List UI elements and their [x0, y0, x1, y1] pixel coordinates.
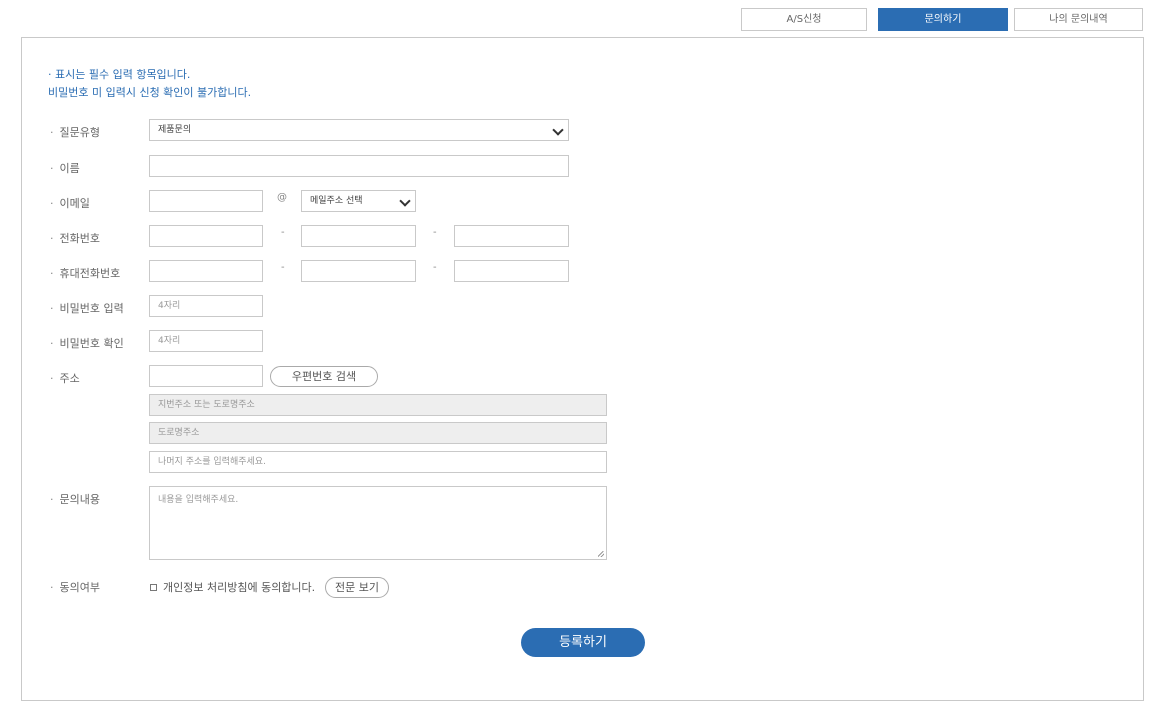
mobile-input-1[interactable] — [149, 260, 263, 282]
email-domain-select[interactable]: 메일주소 선택 — [301, 190, 416, 212]
label-text: 전화번호 — [59, 232, 100, 245]
view-full-policy-button[interactable]: 전문 보기 — [325, 577, 389, 598]
email-id-input[interactable] — [149, 190, 263, 212]
label-name: · 이름 — [50, 160, 80, 176]
question-type-value: 제품문의 — [158, 125, 192, 135]
email-at-sign: @ — [277, 192, 287, 203]
phone-input-2[interactable] — [301, 225, 416, 247]
address-line2-input: 도로명주소 — [149, 422, 607, 444]
inquiry-form-panel: · 표시는 필수 입력 항목입니다. 비밀번호 미 입력시 신청 확인이 불가합… — [21, 37, 1144, 701]
notice-line-required: · 표시는 필수 입력 항목입니다. — [48, 68, 191, 81]
label-agreement: · 동의여부 — [50, 579, 100, 595]
zipcode-search-button[interactable]: 우편번호 검색 — [270, 366, 378, 387]
mobile-input-2[interactable] — [301, 260, 416, 282]
resize-handle-icon[interactable] — [598, 551, 604, 557]
phone-input-1[interactable] — [149, 225, 263, 247]
password-confirm-placeholder: 4자리 — [158, 336, 181, 346]
label-bullet: · — [50, 126, 54, 139]
tab-my-inquiries[interactable]: 나의 문의내역 — [1014, 8, 1143, 31]
tab-as-request[interactable]: A/S신청 — [741, 8, 867, 31]
label-text: 이름 — [59, 162, 80, 175]
label-bullet: · — [50, 337, 54, 350]
chevron-down-icon — [552, 124, 564, 136]
address-line2-placeholder: 도로명주소 — [158, 428, 200, 438]
agree-label: 개인정보 처리방침에 동의합니다. — [163, 581, 316, 594]
notice-line-password: 비밀번호 미 입력시 신청 확인이 불가합니다. — [48, 86, 252, 99]
label-address: · 주소 — [50, 370, 80, 386]
label-bullet: · — [50, 267, 54, 280]
label-bullet: · — [50, 493, 54, 506]
label-bullet: · — [50, 302, 54, 315]
phone-dash-1: - — [281, 227, 285, 238]
label-password-confirm: · 비밀번호 확인 — [50, 335, 124, 351]
address-detail-input[interactable]: 나머지 주소를 입력해주세요. — [149, 451, 607, 473]
label-text: 문의내용 — [59, 493, 100, 506]
mobile-dash-1: - — [281, 262, 285, 273]
mobile-input-3[interactable] — [454, 260, 569, 282]
label-bullet: · — [50, 162, 54, 175]
label-text: 주소 — [59, 372, 80, 385]
label-bullet: · — [50, 232, 54, 245]
password-placeholder: 4자리 — [158, 301, 181, 311]
content-placeholder: 내용을 입력해주세요. — [158, 495, 239, 505]
label-text: 질문유형 — [59, 126, 100, 139]
email-domain-value: 메일주소 선택 — [310, 196, 363, 206]
address-detail-placeholder: 나머지 주소를 입력해주세요. — [158, 457, 266, 467]
tab-inquiry[interactable]: 문의하기 — [878, 8, 1008, 31]
label-text: 이메일 — [59, 197, 90, 210]
name-input[interactable] — [149, 155, 569, 177]
zipcode-input[interactable] — [149, 365, 263, 387]
label-phone: · 전화번호 — [50, 230, 100, 246]
label-password: · 비밀번호 입력 — [50, 300, 124, 316]
label-bullet: · — [50, 197, 54, 210]
label-mobile: · 휴대전화번호 — [50, 265, 120, 281]
agree-checkbox[interactable] — [150, 584, 157, 591]
address-line1-placeholder: 지번주소 또는 도로명주소 — [158, 400, 255, 410]
password-confirm-input[interactable]: 4자리 — [149, 330, 263, 352]
label-bullet: · — [50, 372, 54, 385]
mobile-dash-2: - — [433, 262, 437, 273]
label-bullet: · — [50, 581, 54, 594]
question-type-select[interactable]: 제품문의 — [149, 119, 569, 141]
label-content: · 문의내용 — [50, 491, 100, 507]
chevron-down-icon — [399, 195, 411, 207]
phone-dash-2: - — [433, 227, 437, 238]
label-text: 비밀번호 입력 — [59, 302, 124, 315]
submit-button[interactable]: 등록하기 — [521, 628, 645, 657]
password-input[interactable]: 4자리 — [149, 295, 263, 317]
label-email: · 이메일 — [50, 195, 90, 211]
phone-input-3[interactable] — [454, 225, 569, 247]
content-textarea[interactable]: 내용을 입력해주세요. — [149, 486, 607, 560]
label-question-type: · 질문유형 — [50, 124, 100, 140]
address-line1-input: 지번주소 또는 도로명주소 — [149, 394, 607, 416]
label-text: 비밀번호 확인 — [59, 337, 124, 350]
label-text: 휴대전화번호 — [59, 267, 121, 280]
label-text: 동의여부 — [59, 581, 100, 594]
required-notice: · 표시는 필수 입력 항목입니다. 비밀번호 미 입력시 신청 확인이 불가합… — [48, 66, 251, 102]
